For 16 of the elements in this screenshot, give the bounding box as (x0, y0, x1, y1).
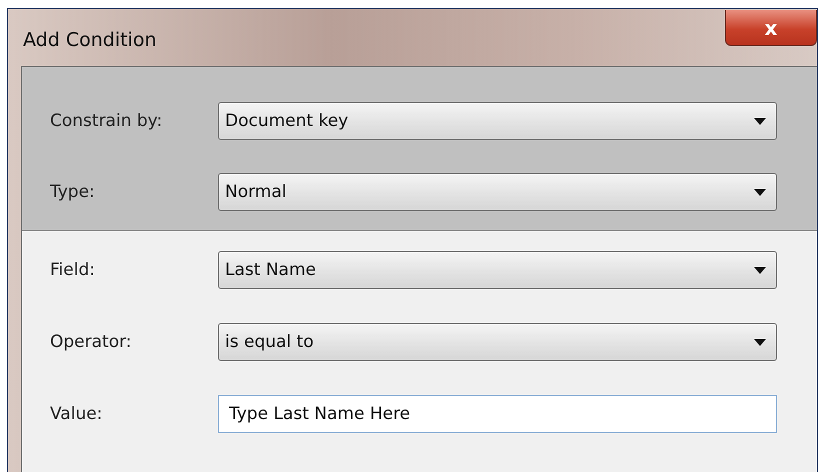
close-button[interactable]: x (725, 10, 817, 46)
caret-icon (754, 188, 766, 196)
caret-icon (754, 266, 766, 274)
field-label: Type: (50, 182, 96, 202)
input-field[interactable]: Type Last Name Here (218, 395, 777, 433)
window-title: Add Condition (23, 29, 156, 51)
field-label: Value: (50, 404, 104, 424)
field-label: Operator: (50, 332, 133, 352)
field-label: Constrain by: (50, 111, 164, 131)
dropdown[interactable]: Document key (218, 102, 777, 140)
dropdown[interactable]: Normal (218, 173, 777, 211)
caret-icon (754, 118, 766, 124)
dropdown[interactable]: is equal to (218, 323, 777, 361)
dropdown[interactable]: Last Name (218, 251, 777, 289)
caret-icon (754, 338, 766, 346)
field-label: Field: (50, 260, 96, 280)
